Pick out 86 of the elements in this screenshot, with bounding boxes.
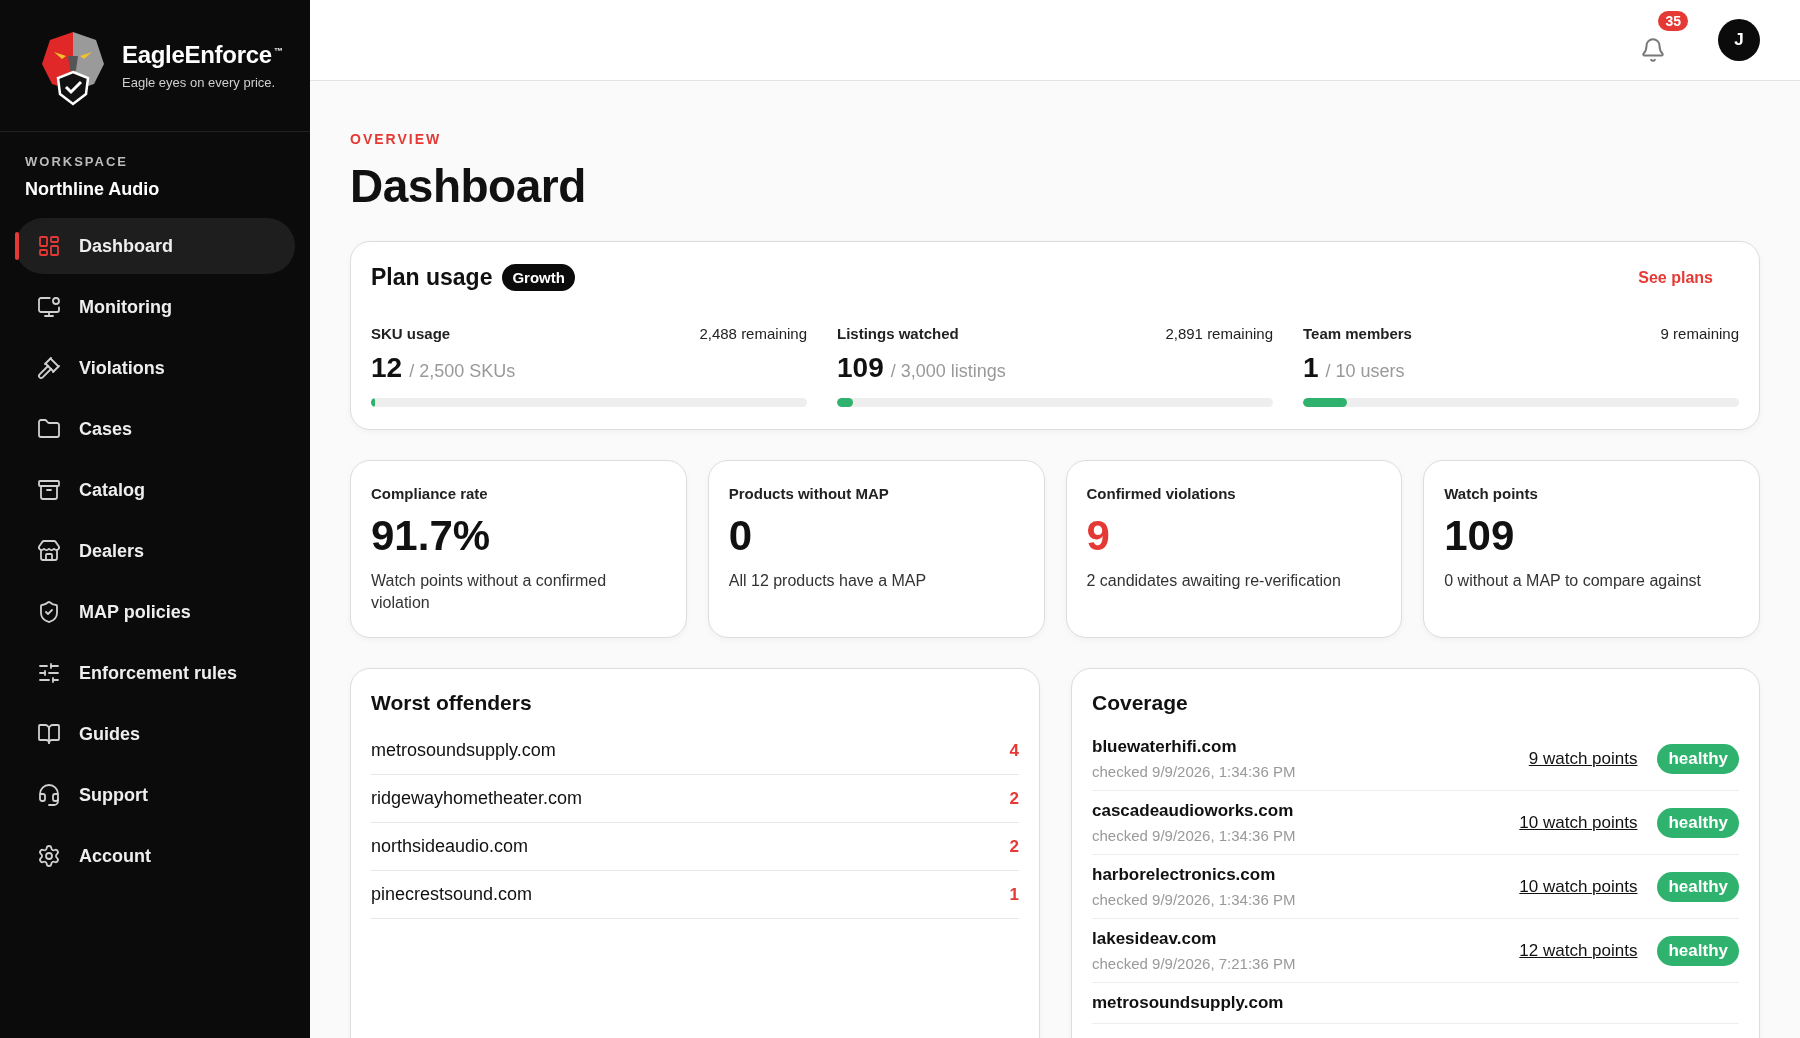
violation-count: 1	[1009, 884, 1019, 905]
stat-note: 0 without a MAP to compare against	[1444, 571, 1702, 591]
stat-label: Products without MAP	[728, 485, 890, 502]
meter-remaining: 2,488 remaining	[699, 325, 807, 342]
offender-domain: ridgewayhometheater.com	[371, 788, 583, 809]
notification-count: 35	[1658, 11, 1688, 31]
dealer-domain: bluewaterhifi.com	[1092, 737, 1238, 757]
sidebar-item[interactable]: Catalog	[15, 462, 295, 518]
violation-count: 2	[1009, 788, 1019, 809]
stat-note: All 12 products have a MAP	[728, 571, 928, 591]
stat-value: 109	[1444, 512, 1516, 560]
meter-value: 12	[371, 352, 403, 384]
workspace-name: Northline Audio	[25, 179, 161, 200]
offender-domain: metrosoundsupply.com	[371, 740, 556, 761]
checked-time: checked 9/9/2026, 1:34:36 PM	[1092, 827, 1296, 844]
sidebar-item[interactable]: Violations	[15, 340, 295, 396]
watch-points-link[interactable]: 10 watch points	[1519, 812, 1638, 833]
watch-points-link[interactable]: 10 watch points	[1519, 876, 1638, 897]
status-badge: healthy	[1657, 871, 1739, 902]
gavel-icon	[37, 356, 61, 380]
watch-points-link[interactable]: 12 watch points	[1519, 940, 1638, 961]
headset-icon	[37, 783, 61, 807]
user-avatar[interactable]: J	[1718, 19, 1760, 61]
meter-value: 1	[1303, 352, 1319, 384]
page-title: Dashboard	[350, 159, 587, 213]
violation-count: 4	[1009, 740, 1019, 761]
storefront-icon	[37, 539, 61, 563]
status-badge: healthy	[1657, 743, 1739, 774]
stat-note: 2 candidates awaiting re-verification	[1086, 571, 1342, 591]
meter-limit: / 2,500 SKUs	[409, 361, 516, 382]
book-icon	[37, 722, 61, 746]
meter-limit: / 3,000 listings	[890, 361, 1006, 382]
shield-icon	[37, 600, 61, 624]
checked-time: checked 9/9/2026, 1:34:36 PM	[1092, 763, 1296, 780]
offender-domain: northsideaudio.com	[371, 836, 529, 857]
checked-time: checked 9/9/2026, 1:34:36 PM	[1092, 891, 1296, 908]
brand-name: EagleEnforce$^{™}$	[122, 41, 283, 69]
stat-note: Watch points without a confirmed violation	[371, 571, 608, 614]
plan-badge: Growth	[502, 264, 575, 291]
dealer-domain: harborelectronics.com	[1092, 865, 1277, 885]
sidebar-item[interactable]: Dashboard	[15, 218, 295, 274]
meter-remaining: 9 remaining	[1660, 325, 1739, 342]
meter-value: 109	[837, 352, 884, 384]
watch-points-link[interactable]: 9 watch points	[1528, 748, 1638, 769]
card-title: Worst offenders	[371, 691, 533, 715]
bell-icon	[1640, 37, 1666, 63]
offender-domain: pinecrestsound.com	[371, 884, 533, 905]
meter-label: SKU usage	[371, 325, 451, 342]
checked-time: checked 9/9/2026, 7:21:36 PM	[1092, 955, 1296, 972]
sidebar-item[interactable]: Monitoring	[15, 279, 295, 335]
sidebar-item[interactable]: Cases	[15, 401, 295, 457]
stat-value: 0	[728, 512, 754, 560]
stat-label: Compliance rate	[371, 485, 489, 502]
sidebar-item[interactable]: Enforcement rules	[15, 645, 295, 701]
dealer-domain: metrosoundsupply.com	[1092, 993, 1284, 1013]
sidebar-item[interactable]: MAP policies	[15, 584, 295, 640]
status-badge: healthy	[1657, 807, 1739, 838]
settings-icon	[37, 844, 61, 868]
stat-label: Confirmed violations	[1086, 485, 1237, 502]
sidebar-item[interactable]: Account	[15, 828, 295, 884]
violation-count: 2	[1009, 836, 1019, 857]
stat-value: 91.7%	[371, 512, 492, 560]
card-title: Plan usage	[371, 264, 493, 291]
meter-limit: / 10 users	[1325, 361, 1405, 382]
status-badge: healthy	[1657, 935, 1739, 966]
meter-label: Listings watched	[837, 325, 959, 342]
dealer-domain: cascadeaudioworks.com	[1092, 801, 1295, 821]
sidebar-item[interactable]: Support	[15, 767, 295, 823]
card-title: Coverage	[1092, 691, 1189, 715]
meter-label: Team members	[1303, 325, 1412, 342]
stat-value: 9	[1086, 512, 1111, 560]
notifications-button[interactable]: 35	[1640, 11, 1688, 63]
archive-box-icon	[37, 478, 61, 502]
dashboard-icon	[37, 234, 61, 258]
folder-icon	[37, 417, 61, 441]
meter-remaining: 2,891 remaining	[1165, 325, 1273, 342]
sliders-icon	[37, 661, 61, 685]
brand-tagline: Eagle eyes on every price.	[122, 75, 277, 90]
sidebar-item[interactable]: Guides	[15, 706, 295, 762]
stat-label: Watch points	[1444, 485, 1539, 502]
workspace-label: WORKSPACE	[25, 154, 129, 169]
monitor-icon	[37, 295, 61, 319]
sidebar-item[interactable]: Dealers	[15, 523, 295, 579]
see-plans-link[interactable]: See plans	[1638, 268, 1713, 287]
page-eyebrow: OVERVIEW	[350, 131, 443, 147]
dealer-domain: lakesideav.com	[1092, 929, 1218, 949]
